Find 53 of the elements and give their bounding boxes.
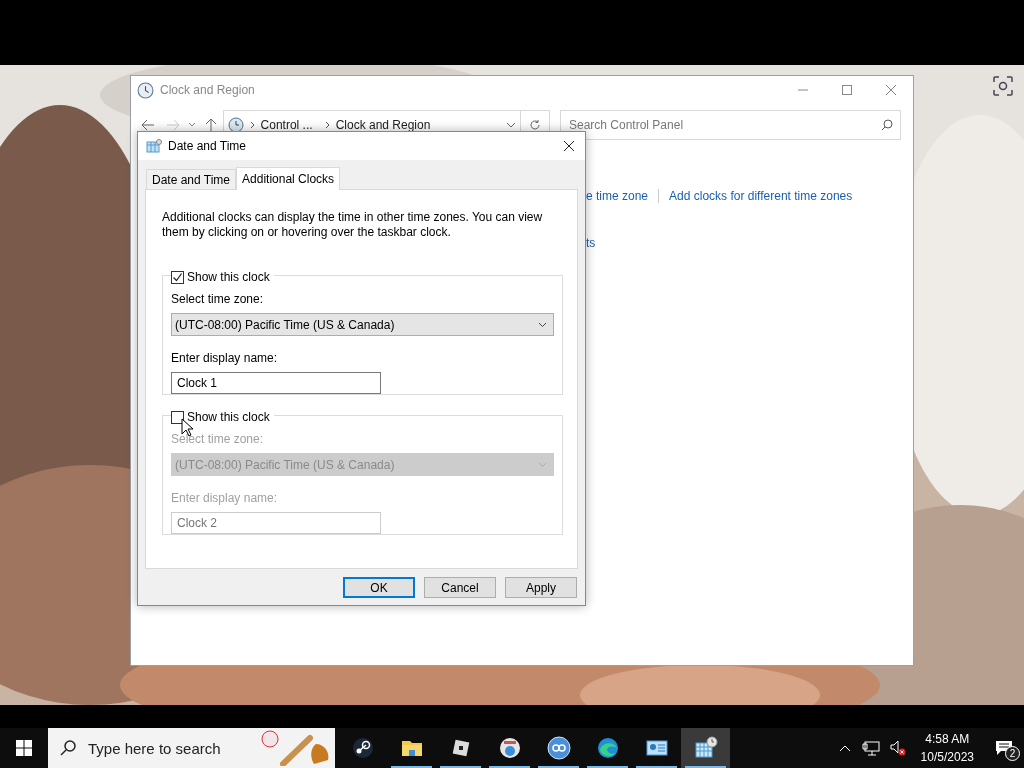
- clock-icon: [137, 81, 154, 99]
- field-label: Select time zone:: [171, 431, 265, 448]
- dialog-button[interactable]: Apply: [505, 577, 577, 598]
- link[interactable]: e time zone: [586, 187, 649, 205]
- dialog-button[interactable]: OK: [343, 577, 415, 598]
- calendar-clock-icon: [693, 736, 718, 760]
- screenshot-icon[interactable]: [992, 75, 1014, 97]
- field-label: Select time zone:: [171, 291, 265, 308]
- windows-start-icon[interactable]: [16, 740, 32, 756]
- description-text: Additional clocks can display the time in other time zones. You can view them by clicking on or hovering over the taskbar clock.: [162, 210, 544, 240]
- globe-app-icon: [497, 736, 522, 760]
- steam-icon: [350, 736, 375, 760]
- back-arrow-icon[interactable]: [141, 119, 155, 131]
- checkbox-label: Show this clock: [187, 409, 270, 426]
- checkbox[interactable]: [171, 270, 184, 284]
- chevron-down-icon: [538, 461, 547, 468]
- tab[interactable]: Additional Clocks: [236, 167, 341, 190]
- maximize-icon[interactable]: [841, 84, 853, 96]
- refresh-icon[interactable]: [529, 119, 542, 131]
- field-label: Enter display name:: [171, 350, 279, 367]
- clock-time[interactable]: 4:58 AM: [925, 730, 970, 748]
- clock-date[interactable]: 10/5/2023: [920, 748, 974, 766]
- dialog-button[interactable]: Cancel: [424, 577, 496, 598]
- timezone-dropdown[interactable]: (UTC-08:00) Pacific Time (US & Canada): [171, 313, 554, 336]
- up-arrow-icon[interactable]: [205, 118, 217, 132]
- muted-speaker-icon[interactable]: [889, 740, 906, 756]
- dialog-title: Date and Time: [168, 138, 247, 155]
- search-icon: [60, 740, 76, 756]
- chevron-right-icon: [324, 121, 330, 129]
- search-field[interactable]: Search Control Panel: [560, 110, 901, 140]
- network-icon[interactable]: [861, 740, 880, 756]
- close-icon[interactable]: [563, 140, 575, 152]
- display-name-field[interactable]: Clock 1: [171, 372, 381, 394]
- search-icon: [881, 119, 893, 131]
- link[interactable]: ts: [586, 234, 596, 252]
- link[interactable]: Add clocks for different time zones: [669, 187, 853, 205]
- chevron-up-icon[interactable]: [838, 744, 851, 752]
- browser-icon: [595, 736, 620, 760]
- chevron-down-icon: [538, 321, 547, 328]
- chevron-right-icon: [249, 121, 255, 129]
- field-label: Enter display name:: [171, 490, 279, 507]
- checkbox-label: Show this clock: [187, 269, 270, 286]
- round-app-icon: [546, 736, 571, 760]
- chevron-down-icon[interactable]: [506, 122, 517, 128]
- breadcrumb-item[interactable]: Clock and Region: [335, 116, 431, 134]
- calendar-icon: [146, 139, 162, 153]
- window-title: Clock and Region: [160, 82, 255, 99]
- notification-count-badge: 2: [1005, 746, 1020, 761]
- chevron-down-icon[interactable]: [187, 122, 196, 128]
- taskbar-button[interactable]: [681, 728, 730, 768]
- taskbar-search-field[interactable]: Type here to search: [48, 728, 335, 768]
- breadcrumb-item[interactable]: Control ...: [260, 116, 313, 134]
- tab[interactable]: Date and Time: [146, 169, 237, 189]
